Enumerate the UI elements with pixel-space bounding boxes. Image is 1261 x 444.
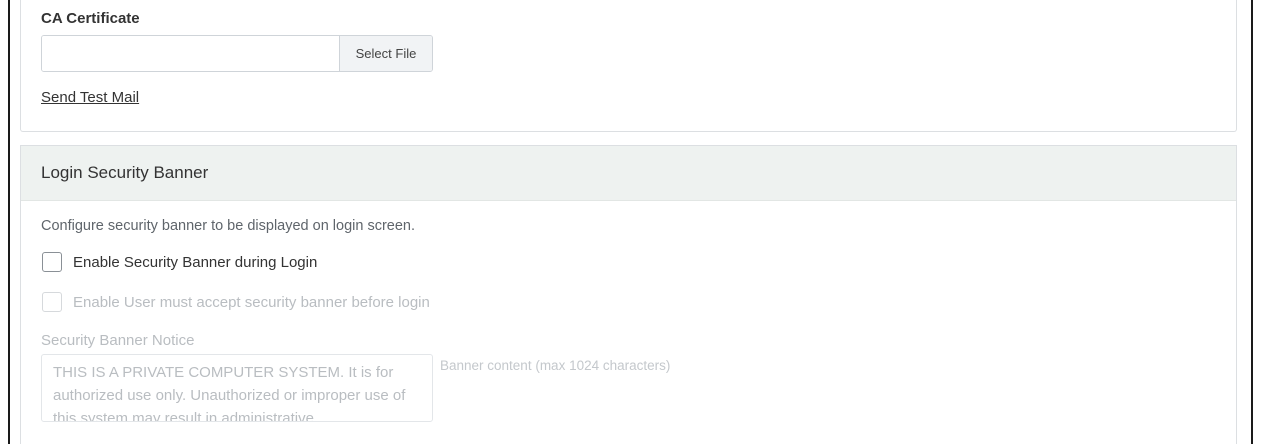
- right-border-line: [1251, 0, 1253, 444]
- panel-description: Configure security banner to be displaye…: [41, 218, 416, 234]
- panel-title: Login Security Banner: [41, 163, 209, 182]
- enable-security-banner-label[interactable]: Enable Security Banner during Login: [73, 254, 317, 271]
- panel-header: Login Security Banner: [21, 146, 1236, 201]
- enable-security-banner-checkbox[interactable]: [42, 252, 62, 272]
- ca-certificate-file-input[interactable]: [42, 36, 339, 71]
- login-security-banner-panel: Login Security Banner Configure security…: [20, 145, 1237, 444]
- security-banner-notice-textarea: THIS IS A PRIVATE COMPUTER SYSTEM. It is…: [41, 354, 433, 422]
- left-border-line: [8, 0, 10, 444]
- enable-accept-banner-label: Enable User must accept security banner …: [73, 293, 430, 311]
- ca-certificate-file-group: Select File: [41, 35, 433, 72]
- enable-security-banner-row: Enable Security Banner during Login: [42, 252, 317, 272]
- security-banner-notice-label: Security Banner Notice: [41, 332, 195, 349]
- ca-certificate-label: CA Certificate: [41, 10, 140, 27]
- send-test-mail-link[interactable]: Send Test Mail: [41, 89, 139, 106]
- banner-content-hint: Banner content (max 1024 characters): [440, 358, 671, 373]
- select-file-button[interactable]: Select File: [339, 36, 432, 71]
- enable-accept-banner-row: Enable User must accept security banner …: [42, 292, 430, 312]
- enable-accept-banner-checkbox: [42, 292, 62, 312]
- smtp-settings-panel: CA Certificate Select File Send Test Mai…: [20, 0, 1237, 132]
